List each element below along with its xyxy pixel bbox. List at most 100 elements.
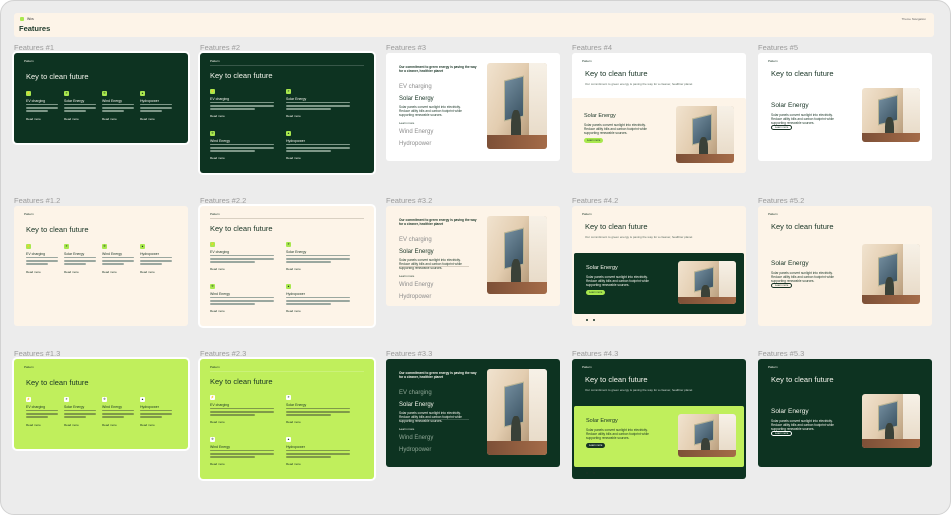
- card-nav-label[interactable]: Pattern: [582, 212, 592, 216]
- carousel-dot[interactable]: [593, 319, 595, 321]
- feature-tab-1[interactable]: Solar Energy: [399, 402, 434, 408]
- learn-more-button[interactable]: Learn more: [771, 430, 793, 436]
- card-nav-label[interactable]: Pattern: [24, 365, 34, 369]
- read-more-link[interactable]: Read more: [286, 267, 301, 271]
- read-more-link[interactable]: Read more: [210, 114, 225, 118]
- feature-card-5-1[interactable]: Pattern Key to clean future Solar Energy So…: [758, 53, 932, 161]
- read-more-link[interactable]: Read more: [102, 270, 117, 274]
- card-nav-label[interactable]: Pattern: [210, 365, 220, 369]
- feature-tab-2[interactable]: Wind Energy: [399, 129, 433, 135]
- learn-more-button[interactable]: Learn more: [771, 283, 793, 288]
- read-more-link[interactable]: Read more: [210, 309, 225, 313]
- solar-description: Solar panels convert sunlight into elect…: [586, 428, 649, 441]
- feature-tab-0[interactable]: EV charging: [399, 390, 432, 396]
- learn-more-link[interactable]: Learn more: [399, 427, 414, 431]
- read-more-link[interactable]: Read more: [64, 270, 79, 274]
- feature-tab-0[interactable]: EV charging: [399, 84, 432, 90]
- learn-more-link[interactable]: Learn more: [399, 121, 414, 125]
- feature-title: EV charging: [26, 405, 46, 409]
- card-nav-label[interactable]: Pattern: [24, 212, 34, 216]
- feature-card-2-2[interactable]: Pattern Key to clean future ⚡ EV charging Re…: [200, 206, 374, 326]
- card-nav-label[interactable]: Pattern: [210, 59, 220, 63]
- read-more-link[interactable]: Read more: [26, 270, 41, 274]
- feature-tab-1[interactable]: Solar Energy: [399, 249, 434, 255]
- learn-more-button[interactable]: Learn more: [586, 290, 606, 296]
- card-nav-label[interactable]: Pattern: [24, 59, 34, 63]
- roof-floor: [862, 294, 920, 305]
- read-more-link[interactable]: Read more: [210, 267, 225, 271]
- read-more-link[interactable]: Read more: [210, 462, 225, 466]
- read-more-link[interactable]: Read more: [140, 117, 155, 121]
- feature-card-3-3[interactable]: Our commitment to green energy is paving…: [386, 359, 560, 467]
- learn-more-button[interactable]: Learn more: [771, 124, 793, 130]
- learn-more-link[interactable]: Learn more: [399, 274, 414, 278]
- carousel-dots[interactable]: [586, 319, 595, 321]
- feature-title: Hydropower: [286, 139, 305, 143]
- solar-installer-photo: [487, 369, 547, 455]
- feature-title: Hydropower: [140, 99, 159, 103]
- carousel-dot[interactable]: [586, 319, 588, 321]
- read-more-link[interactable]: Read more: [286, 309, 301, 313]
- read-more-link[interactable]: Read more: [26, 117, 41, 121]
- feature-text-line: [210, 411, 274, 413]
- feature-tab-1[interactable]: Solar Energy: [399, 96, 434, 102]
- feature-tab-3[interactable]: Hydropower: [399, 141, 431, 147]
- carousel-dots[interactable]: [586, 472, 595, 474]
- feature-card-3-2[interactable]: Our commitment to green energy is paving…: [386, 206, 560, 306]
- read-more-link[interactable]: Read more: [286, 156, 301, 160]
- feature-tab-3[interactable]: Hydropower: [399, 294, 431, 300]
- read-more-link[interactable]: Read more: [286, 462, 301, 466]
- learn-more-button[interactable]: Learn more: [584, 138, 604, 143]
- read-more-link[interactable]: Read more: [210, 420, 225, 424]
- learn-more-button[interactable]: Learn more: [586, 443, 606, 449]
- feature-text-line: [210, 300, 274, 302]
- feature-text-line: [286, 105, 350, 107]
- feature-text-line: [286, 450, 350, 452]
- carousel-dot[interactable]: [593, 472, 595, 474]
- feature-card-2-3[interactable]: Pattern Key to clean future ⚡ EV charging Re…: [200, 359, 374, 479]
- read-more-link[interactable]: Read more: [64, 117, 79, 121]
- feature-title: EV charging: [210, 250, 230, 254]
- read-more-link[interactable]: Read more: [140, 270, 155, 274]
- solar-installer-photo: [862, 87, 920, 142]
- feature-text-line: [102, 257, 134, 259]
- card-nav-label[interactable]: Pattern: [210, 212, 220, 216]
- feature-text-line: [64, 257, 96, 259]
- read-more-link[interactable]: Read more: [286, 420, 301, 424]
- read-more-link[interactable]: Read more: [140, 423, 155, 427]
- read-more-link[interactable]: Read more: [102, 423, 117, 427]
- feature-card-1-1[interactable]: Pattern Key to clean future ⚡ EV charging Re…: [14, 53, 188, 143]
- brand[interactable]: Wcs: [20, 17, 34, 21]
- feature-tab-0[interactable]: EV charging: [399, 237, 432, 243]
- feature-card-1-2[interactable]: Pattern Key to clean future ⚡ EV charging Re…: [14, 206, 188, 326]
- card-nav-label[interactable]: Pattern: [582, 59, 592, 63]
- card-nav-label[interactable]: Pattern: [768, 365, 778, 369]
- feature-title: Wind Energy: [102, 405, 123, 409]
- feature-card-4-1[interactable]: Pattern Key to clean future Our commitment…: [572, 53, 746, 173]
- read-more-link[interactable]: Read more: [210, 156, 225, 160]
- roof-floor: [676, 153, 734, 163]
- feature-card-4-3[interactable]: Pattern Key to clean future Our commitment…: [572, 359, 746, 479]
- feature-tab-3[interactable]: Hydropower: [399, 447, 431, 453]
- card-heading: Key to clean future: [585, 69, 648, 78]
- feature-card-2-1[interactable]: Pattern Key to clean future ⚡ EV charging Re…: [200, 53, 374, 173]
- top-nav-link[interactable]: Theme Navigation: [902, 17, 926, 21]
- read-more-link[interactable]: Read more: [64, 423, 79, 427]
- card-nav-label[interactable]: Pattern: [582, 365, 592, 369]
- feature-tab-2[interactable]: Wind Energy: [399, 282, 433, 288]
- read-more-link[interactable]: Read more: [286, 114, 301, 118]
- roof-floor: [678, 297, 736, 304]
- feature-card-5-2[interactable]: Pattern Key to clean future Solar Energy So…: [758, 206, 932, 326]
- feature-card-5-3[interactable]: Pattern Key to clean future Solar Energy So…: [758, 359, 932, 467]
- divider: [210, 218, 364, 219]
- carousel-dot[interactable]: [586, 472, 588, 474]
- read-more-link[interactable]: Read more: [102, 117, 117, 121]
- feature-tab-2[interactable]: Wind Energy: [399, 435, 433, 441]
- card-nav-label[interactable]: Pattern: [768, 59, 778, 63]
- card-nav-label[interactable]: Pattern: [768, 212, 778, 216]
- solar-description: Solar panels convert sunlight into elect…: [399, 258, 462, 270]
- feature-card-1-3[interactable]: Pattern Key to clean future ⚡ EV charging Re…: [14, 359, 188, 449]
- read-more-link[interactable]: Read more: [26, 423, 41, 427]
- feature-card-4-2[interactable]: Pattern Key to clean future Our commitment…: [572, 206, 746, 326]
- feature-card-3-1[interactable]: Our commitment to green energy is paving…: [386, 53, 560, 161]
